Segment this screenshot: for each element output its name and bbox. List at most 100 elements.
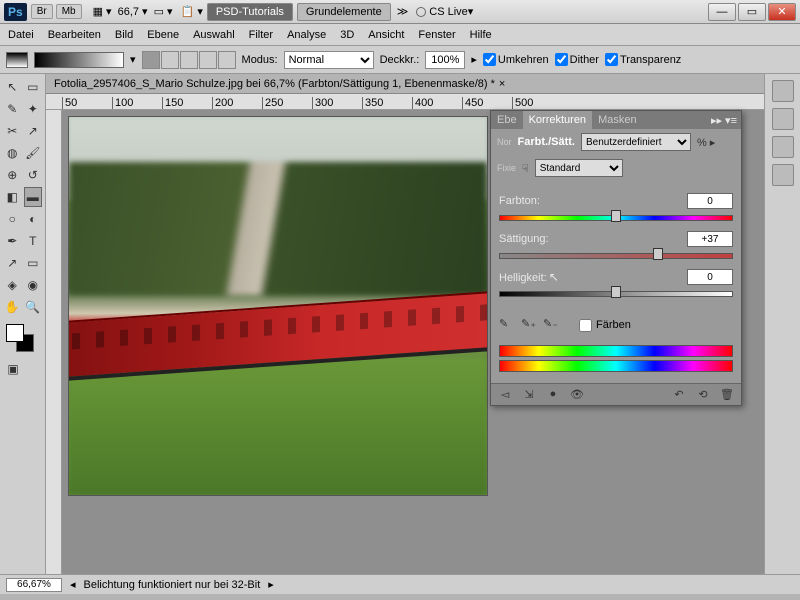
gradient-picker[interactable] xyxy=(34,52,124,68)
camera-tool[interactable]: ◉ xyxy=(24,275,43,295)
menu-help[interactable]: Hilfe xyxy=(470,29,492,41)
cslive-button[interactable]: CS Live ▾ xyxy=(416,5,473,18)
close-tab-icon[interactable]: × xyxy=(499,78,505,90)
hue-input[interactable] xyxy=(687,193,733,209)
pct-icon[interactable]: % ▸ xyxy=(697,136,715,149)
menu-file[interactable]: Datei xyxy=(8,29,34,41)
eyedropper-add-icon[interactable]: ✎₊ xyxy=(521,317,537,333)
hand-adjust-icon[interactable]: ☟ xyxy=(522,162,529,175)
gradient-linear[interactable] xyxy=(142,51,160,69)
menu-3d[interactable]: 3D xyxy=(340,29,354,41)
close-button[interactable]: ✕ xyxy=(768,3,796,21)
stamp-tool[interactable]: ⊕ xyxy=(3,165,22,185)
color-bar-bottom xyxy=(499,360,733,372)
zoom-tool[interactable]: 🔍 xyxy=(24,297,43,317)
opacity-input[interactable] xyxy=(425,51,465,69)
back-icon[interactable]: ◅ xyxy=(497,388,513,401)
transparency-checkbox[interactable]: Transparenz xyxy=(605,53,681,66)
preset-select[interactable]: Benutzerdefiniert xyxy=(581,133,691,151)
toolbox: ↖▭ ✎✦ ✂↗ ◍🖌 ⊕↺ ◧▬ ○◐ ✒T ↗▭ ◈◉ ✋🔍 ▣ xyxy=(0,74,46,574)
more-icon[interactable]: ≫ xyxy=(397,5,409,18)
prev-state-icon[interactable]: ↶ xyxy=(671,388,687,401)
wand-tool[interactable]: ✦ xyxy=(24,99,43,119)
tab-layers-peek[interactable]: Ebe xyxy=(491,111,523,129)
status-next-icon[interactable]: ▸ xyxy=(268,578,274,591)
clip-icon[interactable]: ● xyxy=(545,388,561,401)
panel-icon-2[interactable] xyxy=(772,108,794,130)
gradient-reflected[interactable] xyxy=(199,51,217,69)
dither-checkbox[interactable]: Dither xyxy=(555,53,599,66)
mode-select[interactable]: Normal xyxy=(284,51,374,69)
colorize-checkbox[interactable]: Färben xyxy=(579,319,631,332)
brush-tool[interactable]: 🖌 xyxy=(24,143,43,163)
lightness-input[interactable] xyxy=(687,269,733,285)
eyedropper-sub-icon[interactable]: ✎₋ xyxy=(543,317,559,333)
minimize-button[interactable]: — xyxy=(708,3,736,21)
heal-tool[interactable]: ◍ xyxy=(3,143,22,163)
ruler-vertical xyxy=(46,110,62,574)
delete-icon[interactable]: 🗑 xyxy=(719,388,735,401)
expand-icon[interactable]: ⇲ xyxy=(521,388,537,401)
bridge-chip[interactable]: Br xyxy=(31,4,53,19)
reset-icon[interactable]: ⟲ xyxy=(695,388,711,401)
gradient-tool[interactable]: ▬ xyxy=(24,187,43,207)
saturation-input[interactable] xyxy=(687,231,733,247)
hue-slider[interactable] xyxy=(499,211,733,223)
document-tab[interactable]: Fotolia_2957406_S_Mario Schulze.jpg bei … xyxy=(46,74,764,94)
dodge-tool[interactable]: ◐ xyxy=(24,209,43,229)
move-tool[interactable]: ↖ xyxy=(3,77,22,97)
menu-analysis[interactable]: Analyse xyxy=(287,29,326,41)
tab-masks[interactable]: Masken xyxy=(592,111,643,129)
panel-collapse-icon[interactable]: ▸▸ ▾≡ xyxy=(711,114,741,127)
view-grid-icon[interactable]: ▦ ▾ xyxy=(93,5,112,18)
range-select[interactable]: Standard xyxy=(535,159,623,177)
quickmask-toggle[interactable]: ▣ xyxy=(3,359,23,379)
marquee-tool[interactable]: ▭ xyxy=(24,77,43,97)
maximize-button[interactable]: ▭ xyxy=(738,3,766,21)
panel-icon-3[interactable] xyxy=(772,136,794,158)
basics-button[interactable]: Grundelemente xyxy=(297,3,391,21)
reverse-checkbox[interactable]: Umkehren xyxy=(483,53,549,66)
pen-tool[interactable]: ✒ xyxy=(3,231,22,251)
history-brush-tool[interactable]: ↺ xyxy=(24,165,43,185)
document-image xyxy=(68,116,488,496)
status-prev-icon[interactable]: ◂ xyxy=(70,578,76,591)
gradient-diamond[interactable] xyxy=(218,51,236,69)
color-swatches[interactable] xyxy=(2,322,42,358)
menu-filter[interactable]: Filter xyxy=(249,29,273,41)
eraser-tool[interactable]: ◧ xyxy=(3,187,22,207)
tool-preset-icon[interactable] xyxy=(6,52,28,68)
history-icon[interactable]: 📋 ▾ xyxy=(181,5,203,18)
type-tool[interactable]: T xyxy=(24,231,43,251)
gradient-radial[interactable] xyxy=(161,51,179,69)
psd-tutorials-button[interactable]: PSD-Tutorials xyxy=(207,3,293,21)
shape-tool[interactable]: ▭ xyxy=(24,253,43,273)
panel-icon-1[interactable] xyxy=(772,80,794,102)
eyedropper-set-icon[interactable]: ✎ xyxy=(499,317,515,333)
path-tool[interactable]: ↗ xyxy=(3,253,22,273)
saturation-slider[interactable] xyxy=(499,249,733,261)
crop-tool[interactable]: ✂ xyxy=(3,121,22,141)
blur-tool[interactable]: ○ xyxy=(3,209,22,229)
menu-image[interactable]: Bild xyxy=(115,29,133,41)
menu-select[interactable]: Auswahl xyxy=(193,29,235,41)
menu-window[interactable]: Fenster xyxy=(418,29,455,41)
screen-mode-icon[interactable]: ▭ ▾ xyxy=(154,5,173,18)
visibility-icon[interactable]: 👁 xyxy=(569,388,585,401)
panel-icon-4[interactable] xyxy=(772,164,794,186)
lightness-slider[interactable] xyxy=(499,287,733,299)
menu-view[interactable]: Ansicht xyxy=(368,29,404,41)
3d-tool[interactable]: ◈ xyxy=(3,275,22,295)
tab-corrections[interactable]: Korrekturen xyxy=(523,111,592,129)
menu-edit[interactable]: Bearbeiten xyxy=(48,29,101,41)
zoom-display[interactable]: 66,7 ▾ xyxy=(118,5,148,18)
hue-label: Farbton: xyxy=(499,195,540,207)
menu-layer[interactable]: Ebene xyxy=(147,29,179,41)
hand-tool[interactable]: ✋ xyxy=(3,297,22,317)
zoom-input[interactable] xyxy=(6,578,62,592)
minibridge-chip[interactable]: Mb xyxy=(56,4,82,19)
lasso-tool[interactable]: ✎ xyxy=(3,99,22,119)
app-logo: Ps xyxy=(4,3,27,21)
eyedropper-tool[interactable]: ↗ xyxy=(24,121,43,141)
gradient-angle[interactable] xyxy=(180,51,198,69)
